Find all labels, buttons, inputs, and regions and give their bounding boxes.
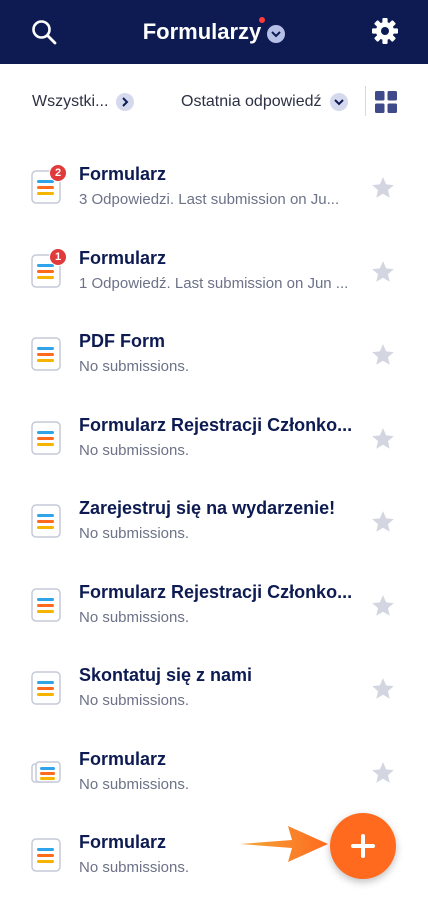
form-subtitle: No submissions. [79,441,190,459]
list-item[interactable]: Formularz Rejestracji Członko... No subm… [0,563,428,647]
form-subtitle: No submissions. [79,775,190,793]
orange-arrow-icon [240,826,328,862]
folder-filter-label: Wszystki... [32,93,109,110]
form-title: Zarejestruj się na wydarzenie! [79,498,336,518]
add-form-button[interactable] [330,813,396,879]
unread-badge: 2 [49,164,67,182]
notification-dot [259,17,266,23]
star-icon[interactable] [370,342,396,368]
star-icon[interactable] [370,509,396,535]
form-subtitle: No submissions. [79,608,190,626]
filter-bar: Wszystki... Ostatnia odpowiedź [0,64,428,140]
star-icon[interactable] [370,676,396,702]
sort-dropdown[interactable]: Ostatnia odpowiedź [181,93,348,111]
list-item[interactable]: PDF Form No submissions. [0,312,428,396]
list-item[interactable]: Skontatuj się z nami No submissions. [0,646,428,730]
app-header: Formularzy [0,0,428,64]
form-title: Formularz [79,247,167,268]
form-icon [31,671,61,705]
chevron-down-icon [267,24,286,43]
list-item[interactable]: 2 Formularz 3 Odpowiedzi. Last submissio… [0,145,428,229]
form-icon [31,420,61,455]
unread-badge: 1 [49,247,67,266]
form-list: 2 Formularz 3 Odpowiedzi. Last submissio… [0,145,428,897]
sort-label: Ostatnia odpowiedź [181,93,322,110]
folder-filter[interactable]: Wszystki... [32,93,135,111]
chevron-down-icon [329,93,348,111]
form-subtitle: No submissions. [79,525,190,542]
star-icon[interactable] [370,593,396,619]
title-dropdown[interactable]: Formularzy [0,0,428,64]
form-icon [31,838,61,872]
page-title: Formularzy [143,17,266,45]
list-item[interactable]: 1 Formularz 1 Odpowiedź. Last submission… [0,229,428,313]
form-subtitle: No submissions. [79,358,190,375]
chevron-right-icon [116,93,135,111]
gear-icon[interactable] [370,16,400,46]
list-item[interactable]: Zarejestruj się na wydarzenie! No submis… [0,479,428,563]
star-icon[interactable] [370,175,396,201]
form-subtitle: 1 Odpowiedź. Last submission on Jun ... [79,274,349,292]
form-title: Formularz [79,164,167,184]
form-title: PDF Form [79,331,166,351]
star-icon[interactable] [370,760,396,786]
form-subtitle: 3 Odpowiedzi. Last submission on Ju... [79,191,340,208]
form-title: Skontatuj się z nami [79,665,253,685]
form-icon [31,587,61,622]
list-item[interactable]: Formularz Rejestracji Członko... No subm… [0,396,428,480]
grid-view-icon[interactable] [375,91,397,113]
star-icon[interactable] [370,426,396,452]
card-form-icon [31,760,61,783]
list-item[interactable]: Formularz No submissions. [0,730,428,814]
form-title: Formularz Rejestracji Członko... [79,414,353,435]
form-title: Formularz Rejestracji Członko... [79,581,353,602]
plus-icon [351,834,375,858]
form-title: Formularz [79,748,167,769]
form-icon [31,504,61,538]
divider [365,86,366,116]
star-icon[interactable] [370,259,396,285]
form-subtitle: No submissions. [79,692,190,709]
form-icon [31,337,61,371]
